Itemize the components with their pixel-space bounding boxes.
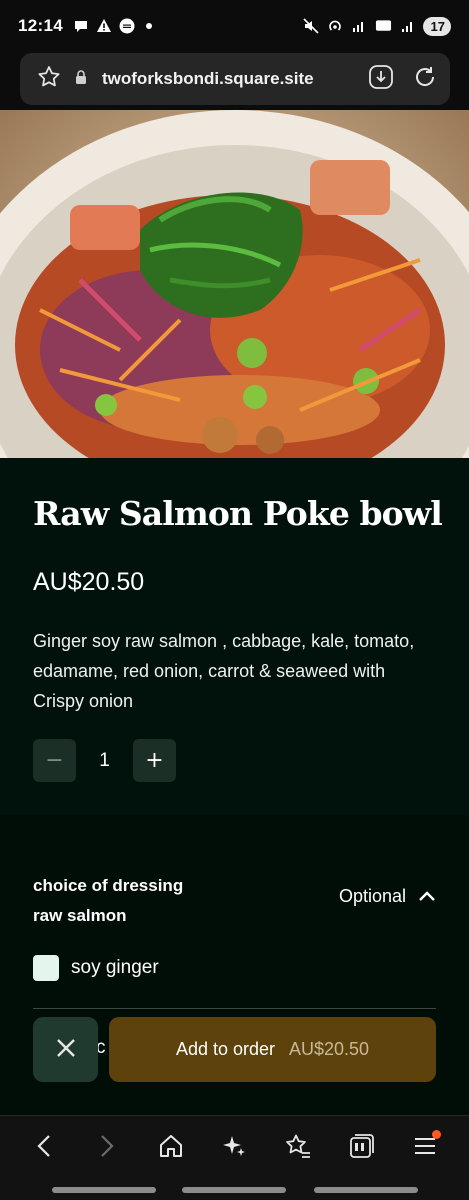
- url-bar[interactable]: twoforksbondi.square.site: [20, 53, 450, 105]
- back-button[interactable]: [26, 1130, 62, 1166]
- modifier-choice[interactable]: soy ginger: [33, 955, 159, 981]
- forward-button[interactable]: [89, 1130, 125, 1166]
- chevron-up-icon: [418, 886, 436, 907]
- optional-label: Optional: [338, 886, 406, 906]
- wifi-signal-icon: [399, 18, 416, 35]
- more-notifications-dot: [145, 23, 152, 29]
- menu-button[interactable]: [407, 1130, 443, 1166]
- talk-bubble-icon: [73, 18, 90, 35]
- product-details: Raw Salmon Poke bowl AU$20.50 Ginger soy…: [0, 458, 469, 815]
- home-button[interactable]: [153, 1130, 189, 1166]
- download-icon[interactable]: [368, 64, 394, 94]
- bookmarks-button[interactable]: [280, 1130, 316, 1166]
- lock-icon: [74, 69, 88, 89]
- star-list-icon: [284, 1133, 312, 1163]
- divider: [33, 1008, 436, 1009]
- forward-arrow-icon: [97, 1133, 117, 1163]
- mute-icon: [303, 18, 320, 35]
- tabs-button[interactable]: [344, 1130, 380, 1166]
- warning-icon: [96, 18, 113, 35]
- status-time: 12:14: [18, 16, 63, 35]
- close-icon: [56, 1038, 76, 1062]
- product-title: Raw Salmon Poke bowl: [33, 494, 443, 533]
- ai-assistant-button[interactable]: [216, 1130, 252, 1166]
- browser-bottom-nav: [0, 1115, 469, 1200]
- close-button[interactable]: [33, 1017, 98, 1082]
- 5g-icon: [375, 18, 392, 35]
- choice-label: soy ginger: [71, 957, 159, 978]
- gesture-bar-right: [314, 1187, 418, 1193]
- modifier-title: choice of dressing raw salmon: [33, 876, 184, 925]
- battery-level: 17: [422, 16, 451, 36]
- home-icon: [158, 1133, 184, 1163]
- add-to-order-button[interactable]: Add to order AU$20.50: [109, 1017, 436, 1082]
- add-to-order-label: Add to order: [175, 1039, 275, 1059]
- product-price: AU$20.50: [33, 568, 145, 596]
- system-icons: 17: [303, 16, 451, 36]
- quantity-stepper: − 1 +: [33, 739, 176, 782]
- back-arrow-icon: [34, 1133, 54, 1163]
- browser-toolbar: twoforksbondi.square.site: [0, 52, 469, 110]
- gesture-bar-left: [52, 1187, 156, 1193]
- modifier-collapse-toggle[interactable]: Optional: [339, 886, 436, 907]
- add-to-order-price: AU$20.50: [289, 1039, 370, 1059]
- notification-icons: [73, 18, 152, 35]
- hamburger-menu-icon: [413, 1135, 437, 1161]
- sparkle-icon: [221, 1133, 247, 1163]
- choice-checkbox[interactable]: [33, 955, 59, 981]
- url-text[interactable]: twoforksbondi.square.site: [102, 69, 368, 89]
- tabs-icon: [348, 1132, 376, 1164]
- bookmark-star-icon[interactable]: [36, 64, 62, 94]
- gesture-bar-center: [182, 1187, 286, 1193]
- notification-dot: [432, 1130, 442, 1139]
- quantity-value: 1: [99, 749, 110, 771]
- signal-icon: [351, 18, 368, 35]
- reload-icon[interactable]: [412, 64, 438, 94]
- product-image: [0, 110, 469, 458]
- product-description: Ginger soy raw salmon , cabbage, kale, t…: [33, 631, 415, 711]
- modifier-section: choice of dressing raw salmon Optional s…: [0, 815, 469, 1115]
- hotspot-icon: [327, 18, 344, 35]
- uber-eats-icon: [119, 18, 136, 35]
- decrease-quantity-button[interactable]: −: [33, 739, 76, 782]
- status-bar: 12:14 17: [0, 0, 469, 52]
- increase-quantity-button[interactable]: +: [133, 739, 176, 782]
